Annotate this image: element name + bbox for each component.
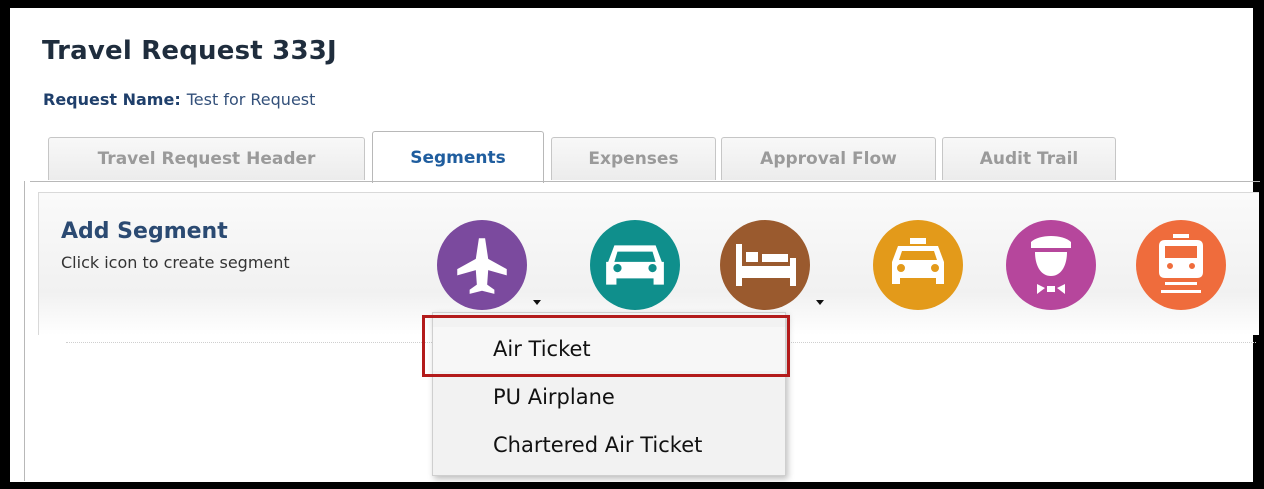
air-segment-dropdown: Air Ticket PU Airplane Chartered Air Tic…	[432, 312, 786, 476]
content-border	[24, 181, 25, 481]
add-segment-title: Add Segment	[61, 219, 228, 244]
car-icon[interactable]	[590, 220, 680, 310]
menu-item-chartered-air-ticket[interactable]: Chartered Air Ticket	[433, 423, 785, 467]
tab-travel-request-header[interactable]: Travel Request Header	[48, 137, 365, 180]
tab-approval-flow[interactable]: Approval Flow	[721, 137, 936, 180]
menu-item-air-ticket[interactable]: Air Ticket	[433, 327, 785, 371]
train-icon[interactable]	[1136, 220, 1226, 310]
taxi-icon[interactable]	[873, 220, 963, 310]
airplane-icon[interactable]	[437, 220, 527, 310]
tab-audit-trail[interactable]: Audit Trail	[942, 137, 1116, 180]
menu-item-pu-airplane[interactable]: PU Airplane	[433, 375, 785, 419]
airplane-dropdown-caret[interactable]	[533, 300, 541, 305]
bed-icon[interactable]	[720, 220, 810, 310]
chauffeur-icon[interactable]	[1006, 220, 1096, 310]
tab-divider	[30, 181, 1260, 182]
request-name-label: Request Name:	[43, 90, 181, 109]
add-segment-subtitle: Click icon to create segment	[61, 253, 290, 272]
tab-expenses[interactable]: Expenses	[551, 137, 716, 180]
bed-dropdown-caret[interactable]	[816, 300, 824, 305]
request-name: Request Name: Test for Request	[43, 90, 315, 109]
tab-segments[interactable]: Segments	[372, 131, 544, 183]
request-name-value: Test for Request	[186, 90, 316, 109]
tab-bar: Travel Request Header Segments Expenses …	[38, 131, 1258, 183]
page-title: Travel Request 333J	[42, 36, 337, 66]
